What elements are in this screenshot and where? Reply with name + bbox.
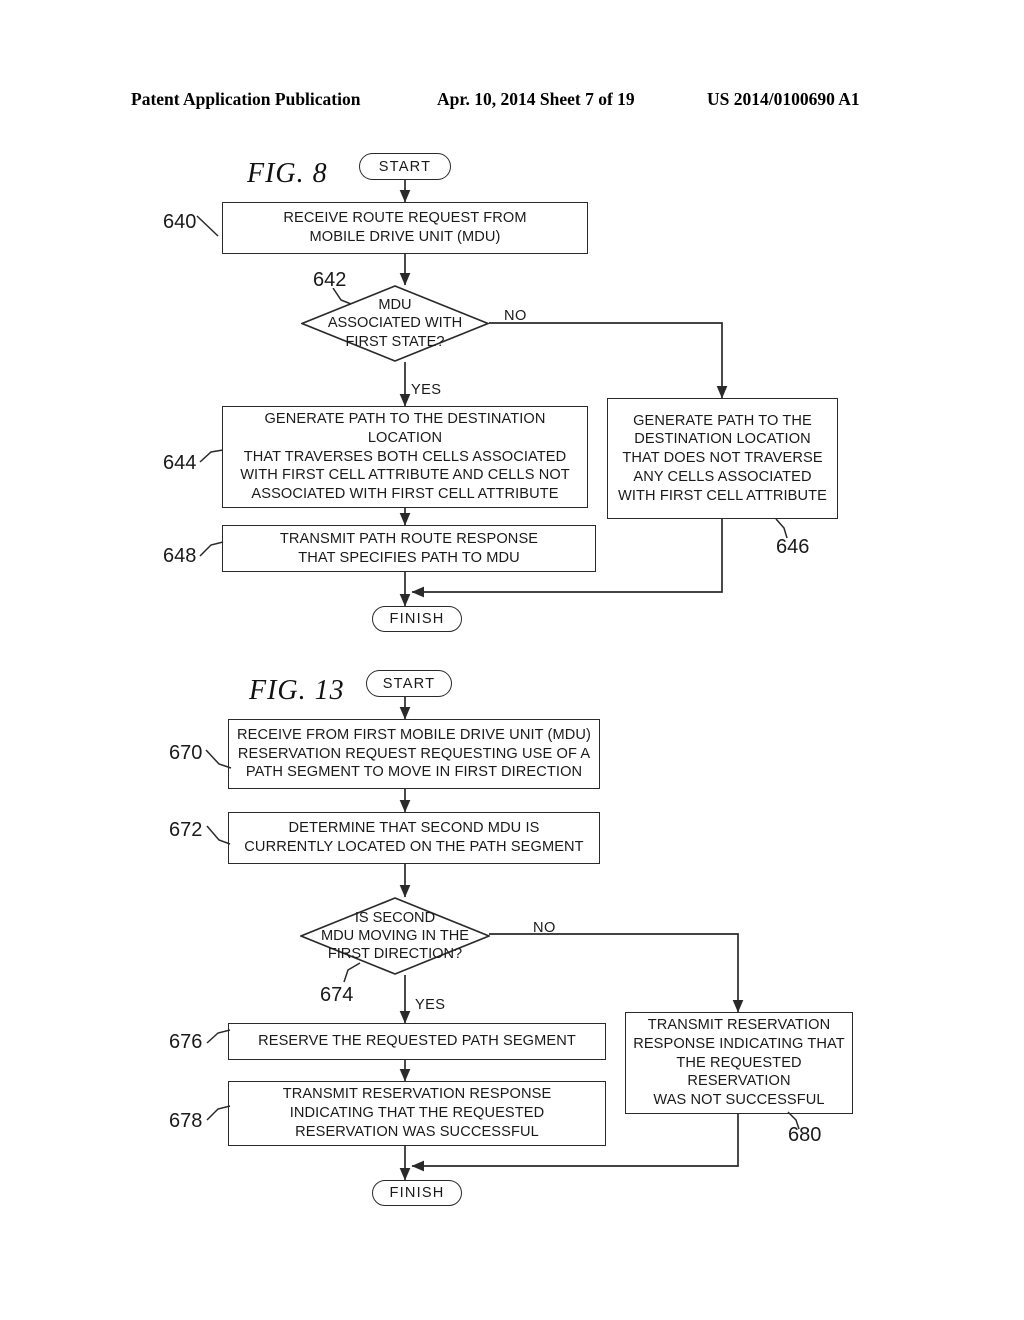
fig13-start-label: START [382,675,436,692]
fig13-step-678-line3: RESERVATION WAS SUCCESSFUL [295,1123,539,1140]
header-publication-label: Patent Application Publication [131,88,361,109]
fig8-step-648: TRANSMIT PATH ROUTE RESPONSE THAT SPECIF… [222,525,596,572]
fig8-leader-642 [332,288,352,305]
fig8-step-644-line2: THAT TRAVERSES BOTH CELLS ASSOCIATED [243,448,567,465]
fig8-step-646-line2: DESTINATION LOCATION [634,431,811,448]
fig8-decision-642-line2: ASSOCIATED WITH [327,315,463,332]
fig13-finish-label: FINISH [389,1185,445,1201]
fig13-step-676: RESERVE THE REQUESTED PATH SEGMENT [228,1023,606,1060]
fig13-step-672-line2: CURRENTLY LOCATED ON THE PATH SEGMENT [244,839,584,855]
fig13-branch-no: NO [533,920,556,936]
fig13-step-670-line3: PATH SEGMENT TO MOVE IN FIRST DIRECTION [245,764,583,781]
fig13-step-676-line1: RESERVE THE REQUESTED PATH SEGMENT [258,1033,576,1050]
fig13-leader-676 [206,1029,231,1044]
fig8-leader-640 [196,215,219,237]
fig13-finish-terminator: FINISH [372,1180,462,1206]
fig8-step-644-line3: WITH FIRST CELL ATTRIBUTE AND CELLS NOT [240,467,570,484]
fig8-finish-terminator: FINISH [372,606,462,632]
fig8-start-terminator: START [359,153,451,180]
fig13-decision-674: IS SECOND MDU MOVING IN THE FIRST DIRECT… [300,897,490,975]
fig8-leader-648 [199,541,224,557]
fig8-leader-646 [775,518,788,539]
fig13-step-672: DETERMINE THAT SECOND MDU IS CURRENTLY L… [228,812,600,864]
fig13-decision-674-line1: IS SECOND [354,909,436,926]
fig13-branch-yes: YES [415,997,446,1013]
fig8-ref-640: 640 [163,211,197,233]
fig13-decision-674-line2: MDU MOVING IN THE [320,927,470,944]
fig8-decision-642-line3: FIRST STATE? [345,333,445,350]
fig8-step-644-line4: ASSOCIATED WITH FIRST CELL ATTRIBUTE [251,486,559,502]
fig8-step-648-line1: TRANSMIT PATH ROUTE RESPONSE [279,530,539,547]
fig8-step-648-line2: THAT SPECIFIES PATH TO MDU [298,549,520,566]
publication-header: Patent Application Publication Apr. 10, … [0,84,1024,114]
fig8-step-640-line1: RECEIVE ROUTE REQUEST FROM [283,210,527,227]
fig13-step-680-line4: WAS NOT SUCCESSFUL [653,1092,825,1108]
fig8-branch-yes: YES [411,382,442,398]
fig13-step-670: RECEIVE FROM FIRST MOBILE DRIVE UNIT (MD… [228,719,600,789]
fig8-step-640: RECEIVE ROUTE REQUEST FROM MOBILE DRIVE … [222,202,588,254]
fig13-step-680-line1: TRANSMIT RESERVATION [647,1017,831,1034]
fig13-step-678: TRANSMIT RESERVATION RESPONSE INDICATING… [228,1081,606,1146]
fig13-step-680-line3: THE REQUESTED RESERVATION [676,1054,802,1090]
fig8-leader-644 [199,449,224,463]
header-patent-number: US 2014/0100690 A1 [707,88,860,109]
fig13-leader-672 [206,825,231,845]
fig13-ref-670: 670 [169,742,203,764]
fig13-ref-678: 678 [169,1110,203,1132]
fig13-step-680-line2: RESPONSE INDICATING THAT [633,1035,845,1052]
fig8-step-646-line1: GENERATE PATH TO THE [633,412,812,429]
fig13-leader-670 [205,749,232,769]
fig8-step-644-line1: GENERATE PATH TO THE DESTINATION LOCATIO… [264,411,546,446]
fig13-decision-674-line3: FIRST DIRECTION? [327,946,463,963]
fig13-step-672-line1: DETERMINE THAT SECOND MDU IS [288,820,540,837]
fig8-step-646-line4: ANY CELLS ASSOCIATED [633,468,812,485]
fig13-leader-674 [343,962,361,983]
fig8-step-644: GENERATE PATH TO THE DESTINATION LOCATIO… [222,406,588,508]
fig8-ref-648: 648 [163,545,197,567]
fig13-step-670-line1: RECEIVE FROM FIRST MOBILE DRIVE UNIT (MD… [237,726,591,743]
fig8-step-646-line5: WITH FIRST CELL ATTRIBUTE [618,487,827,504]
fig13-step-670-line2: RESERVATION REQUEST REQUESTING USE OF A [237,745,591,762]
figure-title-fig13: FIG. 13 [249,675,345,706]
fig13-ref-672: 672 [169,819,203,841]
fig13-leader-680 [787,1111,800,1130]
header-date-sheet: Apr. 10, 2014 Sheet 7 of 19 [437,88,635,109]
fig13-ref-676: 676 [169,1031,203,1053]
fig8-branch-no: NO [504,308,527,324]
fig8-finish-label: FINISH [389,611,445,627]
fig13-leader-678 [206,1105,231,1121]
fig13-step-678-line1: TRANSMIT RESERVATION RESPONSE [282,1086,552,1103]
fig8-step-646-line3: THAT DOES NOT TRAVERSE [622,450,823,467]
fig8-step-646: GENERATE PATH TO THE DESTINATION LOCATIO… [607,398,838,519]
fig13-step-680: TRANSMIT RESERVATION RESPONSE INDICATING… [625,1012,853,1114]
patent-drawing-page: Patent Application Publication Apr. 10, … [0,0,1024,1320]
fig13-step-678-line2: INDICATING THAT THE REQUESTED [289,1105,545,1122]
fig8-ref-644: 644 [163,452,197,474]
fig8-decision-642: MDU ASSOCIATED WITH FIRST STATE? [301,285,489,362]
fig8-start-label: START [378,158,432,175]
fig8-step-640-line2: MOBILE DRIVE UNIT (MDU) [309,229,501,245]
figure-title-fig8: FIG. 8 [247,158,328,189]
fig13-start-terminator: START [366,670,452,697]
